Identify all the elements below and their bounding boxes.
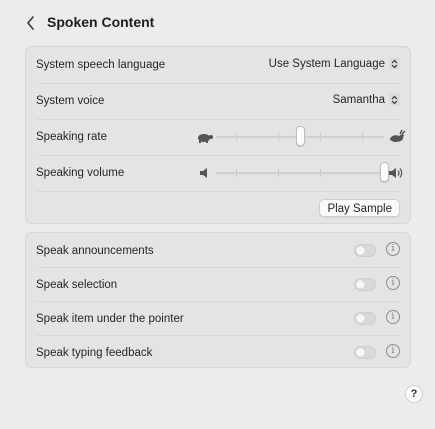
up-down-chevron-icon xyxy=(389,93,400,106)
info-icon[interactable]: i xyxy=(386,344,400,358)
speak-announcements-toggle[interactable] xyxy=(354,244,376,257)
speak-options-group: Speak announcements i Speak selection i … xyxy=(25,232,411,368)
hare-icon xyxy=(390,129,406,142)
slider-tick xyxy=(236,169,237,177)
system-speech-language-label: System speech language xyxy=(36,59,166,71)
speaking-volume-track xyxy=(216,172,384,174)
list-item: Speak item under the pointer i xyxy=(26,301,410,337)
help-button[interactable]: ? xyxy=(405,385,423,403)
speaking-rate-row: Speaking rate xyxy=(26,119,410,155)
list-item: Speak typing feedback i xyxy=(26,335,410,371)
speak-typing-feedback-toggle[interactable] xyxy=(354,346,376,359)
back-button[interactable] xyxy=(22,14,38,32)
chevron-left-icon xyxy=(26,16,34,30)
header: Spoken Content xyxy=(0,0,435,46)
info-icon[interactable]: i xyxy=(386,242,400,256)
speech-settings-group: System speech language Use System Langua… xyxy=(25,46,411,224)
slider-tick xyxy=(362,133,363,141)
page-title: Spoken Content xyxy=(47,14,155,30)
speak-announcements-label: Speak announcements xyxy=(36,245,154,257)
speaker-high-icon xyxy=(389,168,403,178)
speaking-volume-label: Speaking volume xyxy=(36,167,125,179)
system-speech-language-value: Use System Language xyxy=(268,57,385,70)
system-speech-language-row: System speech language Use System Langua… xyxy=(26,47,410,83)
speaking-rate-slider[interactable] xyxy=(196,119,406,155)
divider xyxy=(36,191,400,192)
slider-tick xyxy=(236,133,237,141)
system-voice-label: System voice xyxy=(36,95,105,107)
speaking-rate-knob[interactable] xyxy=(295,126,305,146)
slider-tick xyxy=(320,169,321,177)
turtle-icon xyxy=(198,134,213,143)
speaking-volume-row: Speaking volume xyxy=(26,155,410,191)
list-item: Speak selection i xyxy=(26,267,410,303)
up-down-chevron-icon xyxy=(389,57,400,70)
slider-tick xyxy=(320,133,321,141)
info-icon[interactable]: i xyxy=(386,310,400,324)
system-voice-popup[interactable]: Samantha xyxy=(333,93,400,106)
system-voice-value: Samantha xyxy=(332,93,385,106)
info-icon[interactable]: i xyxy=(386,276,400,290)
speaker-low-icon xyxy=(200,168,207,178)
slider-tick xyxy=(278,133,279,141)
system-speech-language-popup[interactable]: Use System Language xyxy=(269,57,400,70)
speaking-volume-slider[interactable] xyxy=(196,155,406,191)
speak-item-under-pointer-label: Speak item under the pointer xyxy=(36,313,184,325)
play-sample-button[interactable]: Play Sample xyxy=(319,199,400,217)
speak-item-under-pointer-toggle[interactable] xyxy=(354,312,376,325)
speak-selection-label: Speak selection xyxy=(36,279,118,291)
system-voice-row: System voice Samantha xyxy=(26,83,410,119)
speaking-rate-label: Speaking rate xyxy=(36,131,107,143)
speak-selection-toggle[interactable] xyxy=(354,278,376,291)
speak-typing-feedback-label: Speak typing feedback xyxy=(36,347,153,359)
list-item: Speak announcements i xyxy=(26,233,410,269)
slider-tick xyxy=(278,169,279,177)
